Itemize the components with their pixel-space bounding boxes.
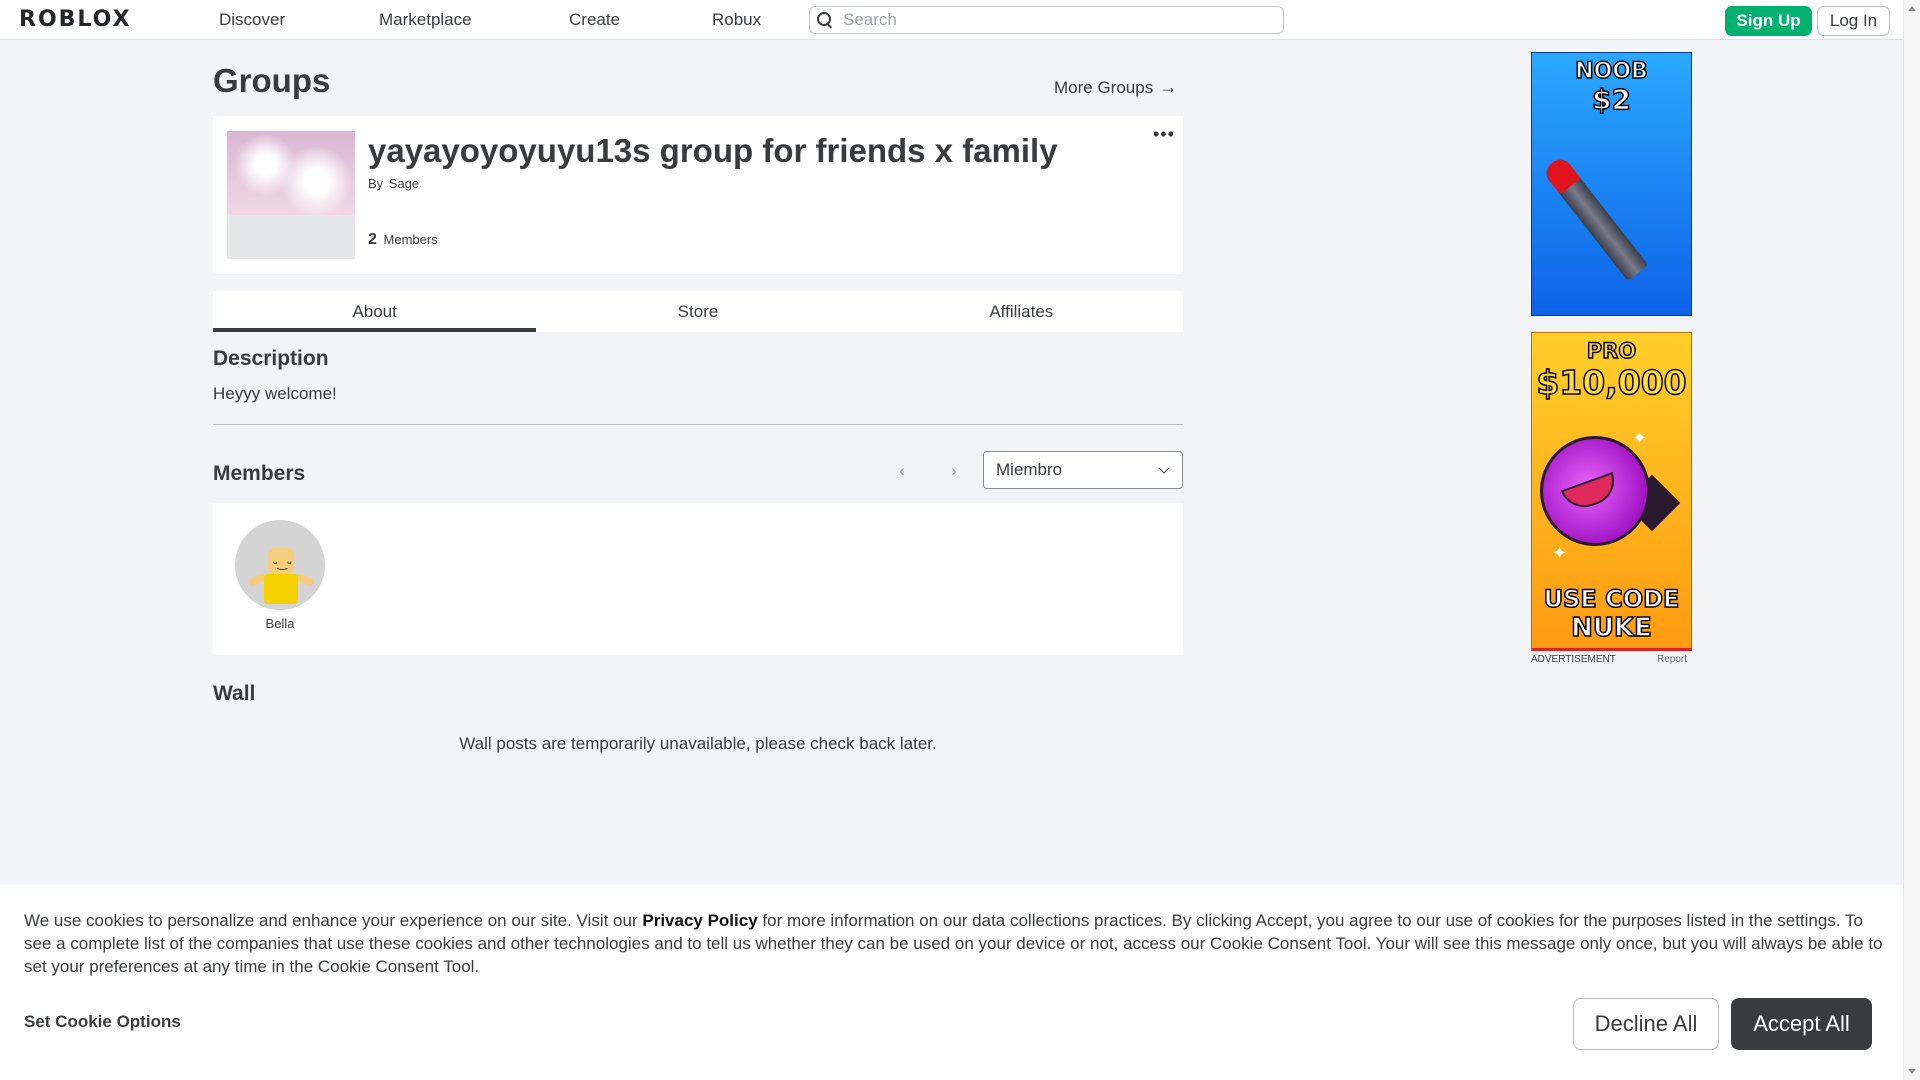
by-label: By: [368, 176, 384, 191]
nav-link-robux[interactable]: Robux: [712, 10, 761, 30]
privacy-policy-link[interactable]: Privacy Policy: [642, 911, 757, 930]
chevron-right-icon[interactable]: ›: [951, 461, 957, 481]
search-input[interactable]: [843, 10, 1263, 30]
accept-all-button[interactable]: Accept All: [1731, 998, 1872, 1050]
description-text: Heyyy welcome!: [213, 384, 337, 403]
members-heading: Members: [213, 462, 306, 485]
advertisement-banner-noob[interactable]: NOOB $2: [1531, 52, 1692, 316]
more-groups-label: More Groups: [1054, 77, 1154, 97]
tab-affiliates[interactable]: Affiliates: [860, 291, 1183, 332]
description-heading: Description: [213, 347, 329, 370]
owner-link[interactable]: Sage: [389, 176, 419, 191]
group-member-count: 2 Members: [368, 231, 438, 249]
role-dropdown[interactable]: Miembro: [983, 451, 1183, 489]
chevron-left-icon[interactable]: ‹: [899, 461, 905, 481]
cookie-consent-banner: We use cookies to personalize and enhanc…: [0, 885, 1903, 1080]
group-name: yayayoyoyuyu13s group for friends x fami…: [368, 132, 1058, 169]
group-tabs: About Store Affiliates: [213, 291, 1183, 332]
member-tile[interactable]: ᵕ‿ᵕ Bella: [235, 520, 325, 631]
wall-unavailable-message: Wall posts are temporarily unavailable, …: [459, 734, 937, 753]
ad-text: NOOB: [1574, 58, 1648, 85]
ad-text: $2: [1591, 82, 1631, 117]
arrow-right-icon: →: [1159, 77, 1178, 97]
advertisement-banner-pro[interactable]: PRO $10,000 ✦ ✦ USE CODE NUKE: [1531, 332, 1692, 651]
ad-report-link[interactable]: Report: [1657, 654, 1687, 665]
ad-text: USE CODE: [1543, 584, 1680, 614]
member-count-label: Members: [383, 232, 438, 247]
cookie-text-part: We use cookies to personalize and enhanc…: [24, 911, 643, 930]
group-owner-line: By Sage: [368, 176, 419, 191]
chevron-down-icon: [1158, 462, 1170, 474]
more-options-icon[interactable]: •••: [1153, 124, 1175, 145]
cookie-message: We use cookies to personalize and enhanc…: [24, 909, 1884, 978]
decline-all-button[interactable]: Decline All: [1573, 998, 1719, 1050]
search-box[interactable]: [809, 6, 1284, 34]
more-groups-link[interactable]: More Groups →: [1054, 77, 1177, 98]
member-name: Bella: [265, 616, 295, 631]
rocket-icon: [1541, 154, 1649, 282]
logo-text: ROBLOX: [19, 7, 132, 32]
roblox-logo[interactable]: ROBLOX: [19, 7, 132, 32]
set-cookie-options-link[interactable]: Set Cookie Options: [24, 1012, 181, 1032]
scroll-down-icon[interactable]: [1908, 1069, 1916, 1074]
ad-text: NUKE: [1570, 612, 1652, 644]
log-in-button[interactable]: Log In: [1817, 6, 1890, 36]
ad-text: PRO: [1586, 338, 1637, 364]
page-title: Groups: [213, 62, 331, 99]
sparkle-icon: ✦: [1552, 543, 1568, 563]
members-list: ᵕ‿ᵕ Bella: [213, 503, 1183, 655]
sparkle-icon: ✦: [1632, 428, 1648, 448]
ad-text: $10,000: [1536, 362, 1688, 403]
member-count-value: 2: [368, 231, 377, 248]
nav-link-marketplace[interactable]: Marketplace: [379, 10, 472, 30]
nav-link-create[interactable]: Create: [569, 10, 620, 30]
divider: [213, 424, 1183, 425]
sign-up-button[interactable]: Sign Up: [1725, 6, 1812, 36]
group-emblem: [227, 131, 355, 259]
advertisement-label: ADVERTISEMENT: [1531, 654, 1616, 665]
scroll-up-icon[interactable]: [1908, 6, 1916, 11]
tab-about[interactable]: About: [213, 291, 537, 332]
tab-store[interactable]: Store: [536, 291, 859, 332]
search-icon: [817, 12, 833, 28]
role-selected-value: Miembro: [996, 460, 1063, 479]
wall-heading: Wall: [213, 682, 256, 705]
scrollbar[interactable]: [1903, 0, 1920, 1080]
group-header-card: yayayoyoyuyu13s group for friends x fami…: [213, 116, 1183, 274]
nav-link-discover[interactable]: Discover: [219, 10, 285, 30]
top-navigation: ROBLOX Discover Marketplace Create Robux…: [0, 0, 1903, 40]
avatar: ᵕ‿ᵕ: [235, 520, 325, 610]
